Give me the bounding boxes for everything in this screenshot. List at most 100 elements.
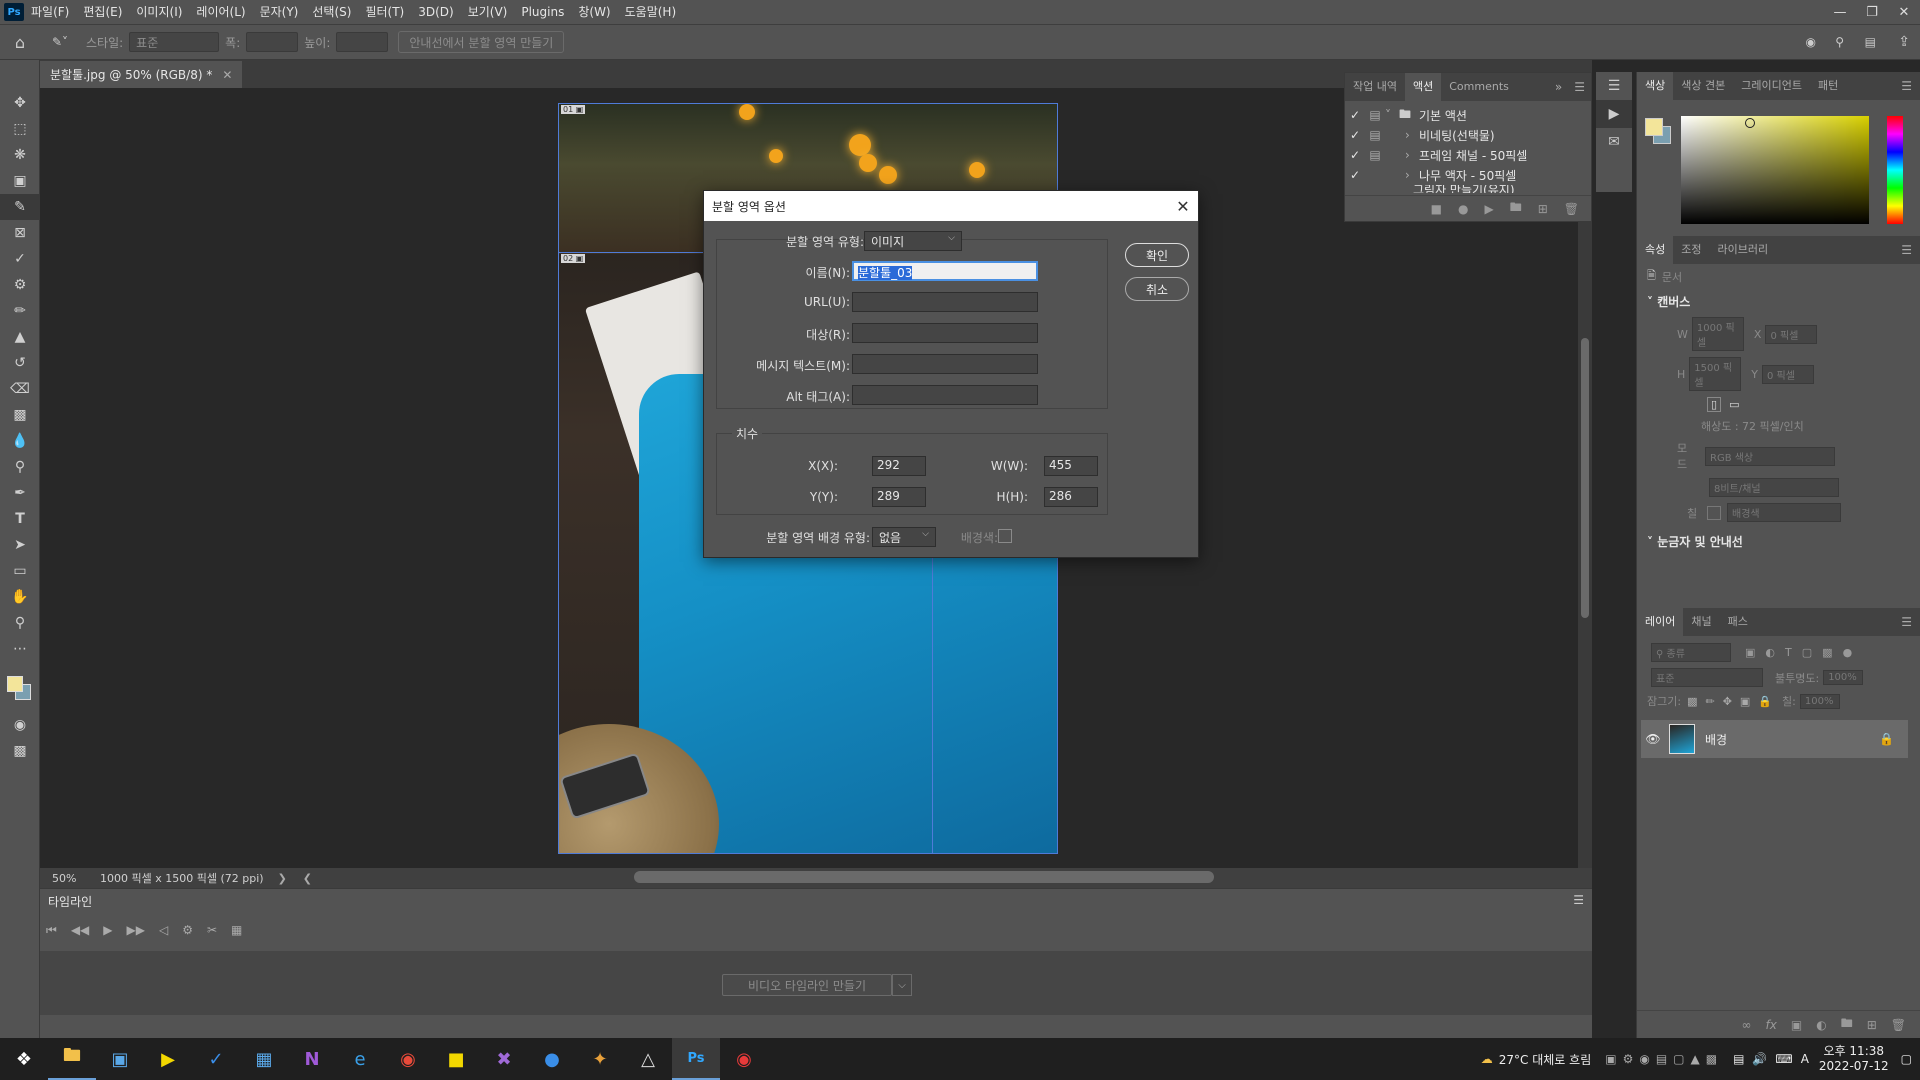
checkmark-icon[interactable]: ✓ xyxy=(1345,108,1365,122)
menu-file[interactable]: 파일(F) xyxy=(24,0,76,24)
delete-layer-icon[interactable]: 🗑 xyxy=(1891,1018,1906,1032)
frame-tool-icon[interactable]: ⊠ xyxy=(0,220,40,246)
rulers-section-title[interactable]: ˅ 눈금자 및 안내선 xyxy=(1637,529,1920,554)
add-mask-icon[interactable]: ▣ xyxy=(1791,1018,1802,1032)
w-field[interactable]: 455 xyxy=(1044,456,1098,476)
chevron-right-icon[interactable]: › xyxy=(1405,128,1419,142)
action-row[interactable]: ✓ › 나무 액자 - 50픽셀 xyxy=(1345,165,1591,185)
keyboard-icon[interactable]: ⌨ xyxy=(1775,1052,1792,1066)
clock[interactable]: 오후 11:38 2022-07-12 xyxy=(1819,1044,1889,1074)
chevron-right-icon[interactable]: ❯ xyxy=(278,872,287,885)
panel-menu-icon[interactable]: ☰ xyxy=(1893,243,1920,257)
menu-window[interactable]: 창(W) xyxy=(571,0,617,24)
canvas-height-field[interactable]: 1500 픽셀 xyxy=(1689,357,1742,391)
notifications-icon[interactable]: ▢ xyxy=(1901,1052,1912,1066)
foreground-color-swatch[interactable] xyxy=(7,676,23,692)
layer-name[interactable]: 배경 xyxy=(1705,731,1727,748)
actions-panel-icon[interactable]: ▶ xyxy=(1596,100,1632,128)
lock-pixels-icon[interactable]: ✏ xyxy=(1705,695,1714,708)
lock-transparent-icon[interactable]: ▩ xyxy=(1687,695,1697,708)
horizontal-scrollbar-thumb[interactable] xyxy=(634,871,1214,883)
gradient-tool-icon[interactable]: ▩ xyxy=(0,402,40,428)
onenote-icon[interactable]: N xyxy=(288,1038,336,1080)
bg-type-select[interactable]: 없음 ⌵ xyxy=(872,527,936,547)
history-brush-tool-icon[interactable]: ↺ xyxy=(0,350,40,376)
path-select-tool-icon[interactable]: ➤ xyxy=(0,532,40,558)
hand-tool-icon[interactable]: ✋ xyxy=(0,584,40,610)
play-icon[interactable]: ▶ xyxy=(1484,202,1493,216)
tab-actions[interactable]: 액션 xyxy=(1404,73,1442,101)
chevron-right-icon[interactable]: › xyxy=(1405,148,1419,162)
photoshop-logo-icon[interactable]: Ps xyxy=(4,3,24,21)
checkmark-icon[interactable]: ✓ xyxy=(1345,128,1365,142)
panel-menu-icon[interactable]: ☰ xyxy=(1893,79,1920,93)
menu-view[interactable]: 보기(V) xyxy=(461,0,515,24)
delete-icon[interactable]: 🗑 xyxy=(1564,202,1579,216)
action-row[interactable]: ✓ ▤ › 프레임 채널 - 50픽셀 xyxy=(1345,145,1591,165)
message-text-field[interactable] xyxy=(852,354,1038,374)
eye-icon[interactable]: 👁 xyxy=(1641,732,1665,746)
eyedropper-tool-icon[interactable]: ✓ xyxy=(0,246,40,272)
restore-icon[interactable]: ❐ xyxy=(1856,0,1888,24)
fx-icon[interactable]: fx xyxy=(1766,1018,1777,1032)
tab-history[interactable]: 작업 내역 xyxy=(1345,73,1405,101)
object-select-tool-icon[interactable]: ▣ xyxy=(0,168,40,194)
chevron-left-icon[interactable]: ❮ xyxy=(303,872,312,885)
calculator-icon[interactable]: ▦ xyxy=(240,1038,288,1080)
tab-libraries[interactable]: 라이브러리 xyxy=(1710,236,1777,264)
cancel-button[interactable]: 취소 xyxy=(1125,277,1189,301)
menu-image[interactable]: 이미지(I) xyxy=(129,0,189,24)
zoom-level[interactable]: 50% xyxy=(52,872,92,885)
tab-color[interactable]: 색상 xyxy=(1637,72,1674,100)
blend-mode-select[interactable]: 표준 xyxy=(1651,668,1763,687)
kakaotalk-icon[interactable]: ■ xyxy=(432,1038,480,1080)
quick-mask-icon[interactable]: ◉ xyxy=(0,712,40,738)
panel-menu-icon[interactable]: ☰ xyxy=(1893,615,1920,629)
menu-plugins[interactable]: Plugins xyxy=(514,0,571,24)
hue-slider[interactable] xyxy=(1887,116,1903,224)
filter-toggle-icon[interactable]: ● xyxy=(1843,646,1853,659)
panel-menu-icon[interactable]: ☰ xyxy=(1573,893,1584,907)
dodge-tool-icon[interactable]: ⚲ xyxy=(0,454,40,480)
slack-icon[interactable]: ✦ xyxy=(576,1038,624,1080)
action-row[interactable]: 그림자 만들기(유지) xyxy=(1345,185,1591,193)
pen-tool-icon[interactable]: ✒ xyxy=(0,480,40,506)
bg-color-swatch[interactable] xyxy=(998,529,1012,543)
tab-adjustments[interactable]: 조정 xyxy=(1673,236,1709,264)
slices-from-guides-button[interactable]: 안내선에서 분할 영역 만들기 xyxy=(398,31,565,53)
tray-app-icons[interactable]: ▣⚙◉▤▢▲▩ xyxy=(1605,1052,1723,1066)
tab-paths[interactable]: 패스 xyxy=(1720,608,1756,636)
input-language[interactable]: A xyxy=(1801,1052,1809,1066)
lock-all-icon[interactable]: 🔒 xyxy=(1758,695,1772,708)
chevron-right-icon[interactable]: › xyxy=(1405,168,1419,182)
tab-layers[interactable]: 레이어 xyxy=(1637,608,1684,636)
zoom-tool-icon[interactable]: ⚲ xyxy=(0,610,40,636)
todo-app-icon[interactable]: ✓ xyxy=(192,1038,240,1080)
lasso-tool-icon[interactable]: ❋ xyxy=(0,142,40,168)
layer-kind-filter[interactable]: ⚲ 종류 xyxy=(1651,643,1731,662)
panel-menu-icon[interactable]: ☰ xyxy=(1568,80,1591,94)
fill-field[interactable]: 100% xyxy=(1799,693,1840,709)
name-field[interactable]: 분할툴_03 xyxy=(852,261,1038,281)
h-field[interactable]: 286 xyxy=(1044,487,1098,507)
canvas-width-field[interactable]: 1000 픽셀 xyxy=(1691,317,1744,351)
game-app-icon[interactable]: △ xyxy=(624,1038,672,1080)
menu-select[interactable]: 선택(S) xyxy=(305,0,358,24)
home-icon[interactable]: ⌂ xyxy=(0,33,40,52)
dialog-titlebar[interactable]: 분할 영역 옵션 ✕ xyxy=(704,191,1198,221)
windows-start-icon[interactable]: ❖ xyxy=(0,1038,48,1080)
slice-type-select[interactable]: 이미지 ⌵ xyxy=(864,231,962,251)
volume-icon[interactable]: 🔊 xyxy=(1752,1052,1767,1066)
transition-icon[interactable]: ▦ xyxy=(231,923,242,938)
shape-filter-icon[interactable]: ▢ xyxy=(1802,646,1812,659)
adjustment-layer-icon[interactable]: ◐ xyxy=(1816,1018,1826,1032)
marquee-tool-icon[interactable]: ⬚ xyxy=(0,116,40,142)
width-input[interactable] xyxy=(246,32,299,52)
menu-type[interactable]: 문자(Y) xyxy=(253,0,306,24)
record-icon[interactable]: ● xyxy=(1458,202,1468,216)
type-filter-icon[interactable]: T xyxy=(1785,646,1792,659)
comments-panel-icon[interactable]: ✉ xyxy=(1596,128,1632,156)
edge-browser-icon[interactable]: e xyxy=(336,1038,384,1080)
timeline-tab[interactable]: 타임라인 xyxy=(48,893,92,910)
next-frame-icon[interactable]: ▶▶ xyxy=(127,923,145,938)
